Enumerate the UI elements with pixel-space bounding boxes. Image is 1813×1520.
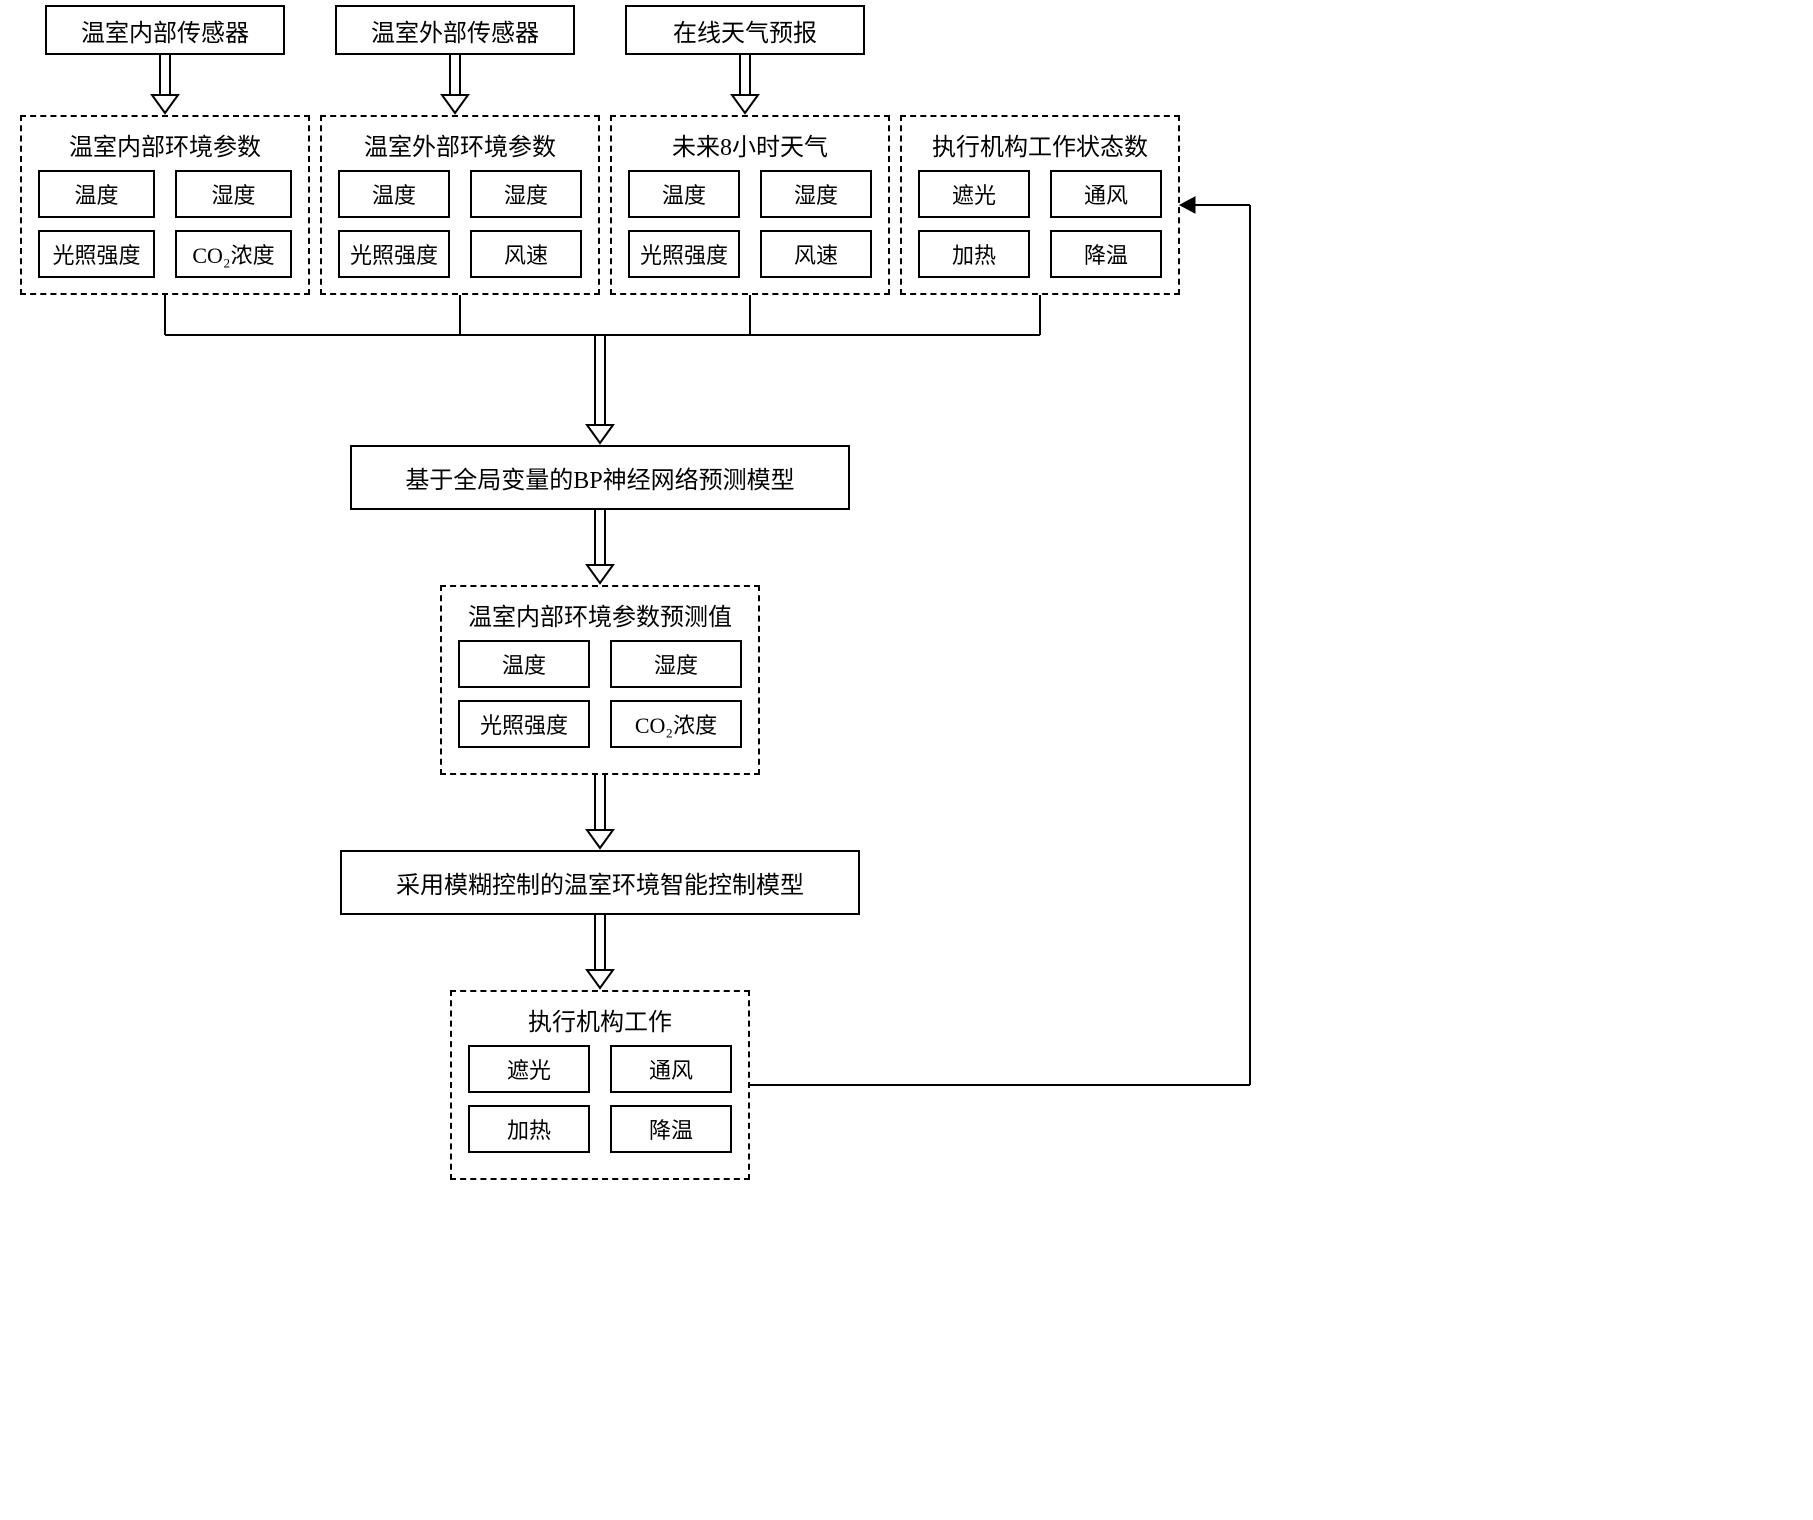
label-online-forecast: 在线天气预报 (673, 13, 817, 48)
cell-external-wind: 风速 (470, 230, 582, 278)
cell-pred-co2: CO₂浓度 (610, 700, 742, 748)
box-external-sensor: 温室外部传感器 (335, 5, 575, 55)
cell-external-light: 光照强度 (338, 230, 450, 278)
cell-work-heat: 加热 (468, 1105, 590, 1153)
cell-pred-humidity: 湿度 (610, 640, 742, 688)
cell-work-vent: 通风 (610, 1045, 732, 1093)
feedback-loop (750, 190, 1270, 1090)
arrow-fuzzy-to-work (590, 915, 610, 995)
group-external-params: 温室外部环境参数 温度 湿度 光照强度 风速 (320, 115, 600, 295)
group-internal-title: 温室内部环境参数 (22, 127, 308, 162)
label-fuzzy-model: 采用模糊控制的温室环境智能控制模型 (396, 865, 804, 900)
group-actuator-work: 执行机构工作 遮光 通风 加热 降温 (450, 990, 750, 1180)
box-online-forecast: 在线天气预报 (625, 5, 865, 55)
box-internal-sensor: 温室内部传感器 (45, 5, 285, 55)
group-predicted: 温室内部环境参数预测值 温度 湿度 光照强度 CO₂浓度 (440, 585, 760, 775)
cell-forecast-light: 光照强度 (628, 230, 740, 278)
arrow-bp-to-predicted (590, 510, 610, 590)
label-internal-sensor: 温室内部传感器 (81, 13, 249, 48)
label-bp-model: 基于全局变量的BP神经网络预测模型 (405, 460, 794, 495)
cell-pred-temp: 温度 (458, 640, 590, 688)
arrow-external (445, 55, 465, 115)
label-external-sensor: 温室外部传感器 (371, 13, 539, 48)
group-external-title: 温室外部环境参数 (322, 127, 598, 162)
cell-work-shade: 遮光 (468, 1045, 590, 1093)
group-predicted-title: 温室内部环境参数预测值 (442, 597, 758, 632)
group-actuator-work-title: 执行机构工作 (452, 1002, 748, 1037)
cell-forecast-temp: 温度 (628, 170, 740, 218)
arrow-internal (155, 55, 175, 115)
group-actuator-state-title: 执行机构工作状态数 (902, 127, 1178, 162)
arrow-forecast (735, 55, 755, 115)
group-forecast-title: 未来8小时天气 (612, 127, 888, 162)
cell-internal-humidity: 湿度 (175, 170, 292, 218)
cell-pred-light: 光照强度 (458, 700, 590, 748)
cell-external-temp: 温度 (338, 170, 450, 218)
cell-internal-light: 光照强度 (38, 230, 155, 278)
cell-internal-co2: CO₂浓度 (175, 230, 292, 278)
cell-work-cool: 降温 (610, 1105, 732, 1153)
cell-external-humidity: 湿度 (470, 170, 582, 218)
cell-internal-temp: 温度 (38, 170, 155, 218)
group-internal-params: 温室内部环境参数 温度 湿度 光照强度 CO₂浓度 (20, 115, 310, 295)
arrow-predicted-to-fuzzy (590, 775, 610, 855)
